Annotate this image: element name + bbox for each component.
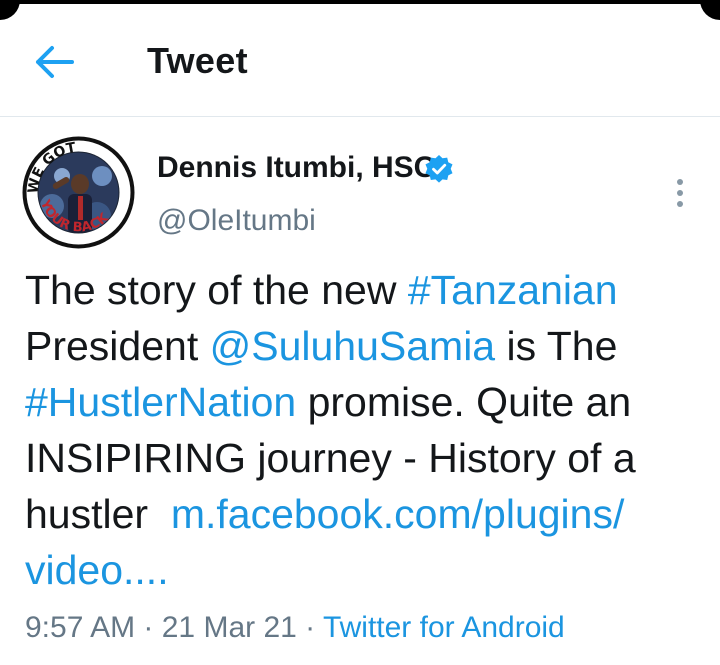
author-name[interactable]: Dennis Itumbi, HSC [157,151,435,185]
more-vertical-icon [677,179,683,207]
text-segment: promise. Quite an [296,379,632,425]
avatar-image: WE GOT YOUR BACK [22,136,135,249]
verified-badge-icon [425,155,453,183]
screen-corner-left [0,0,20,20]
tweet-line-5: hustler m.facebook.com/plugins/ [25,486,715,542]
arrow-left-icon [36,46,74,78]
text-segment: The story of the new [25,267,408,313]
facebook-link-continued[interactable]: video.... [25,542,715,598]
tweet-line-3: #HustlerNation promise. Quite an [25,374,715,430]
meta-separator: · [296,611,323,644]
tweet-line-1: The story of the new #Tanzanian [25,262,715,318]
tweet-line-4: INSIPIRING journey - History of a [25,435,636,481]
status-strip [0,0,720,4]
text-segment: hustler [25,491,171,537]
back-button[interactable] [34,42,78,82]
facebook-link[interactable]: m.facebook.com/plugins/ [171,491,625,537]
hashtag-hustlernation[interactable]: #HustlerNation [25,379,296,425]
meta-separator: · [135,611,162,644]
tweet-text: The story of the new #Tanzanian Presiden… [25,262,715,598]
app-header: Tweet [0,0,720,117]
page-title: Tweet [147,40,248,81]
author-handle[interactable]: @OleItumbi [157,204,316,238]
screen-corner-right [700,0,720,20]
tweet-time: 9:57 AM [25,611,136,644]
avatar[interactable]: WE GOT YOUR BACK [22,136,135,249]
more-options-button[interactable] [665,176,695,212]
tweet-meta: 9:57 AM · 21 Mar 21 · Twitter for Androi… [25,611,565,645]
tweet-date: 21 Mar 21 [161,611,297,644]
text-segment: is The [495,323,618,369]
hashtag-tanzanian[interactable]: #Tanzanian [408,267,618,313]
text-segment: President [25,323,210,369]
mention-suluhusamia[interactable]: @SuluhuSamia [210,323,496,369]
tweet-source-link[interactable]: Twitter for Android [323,611,565,644]
tweet-line-2: President @SuluhuSamia is The [25,318,715,374]
